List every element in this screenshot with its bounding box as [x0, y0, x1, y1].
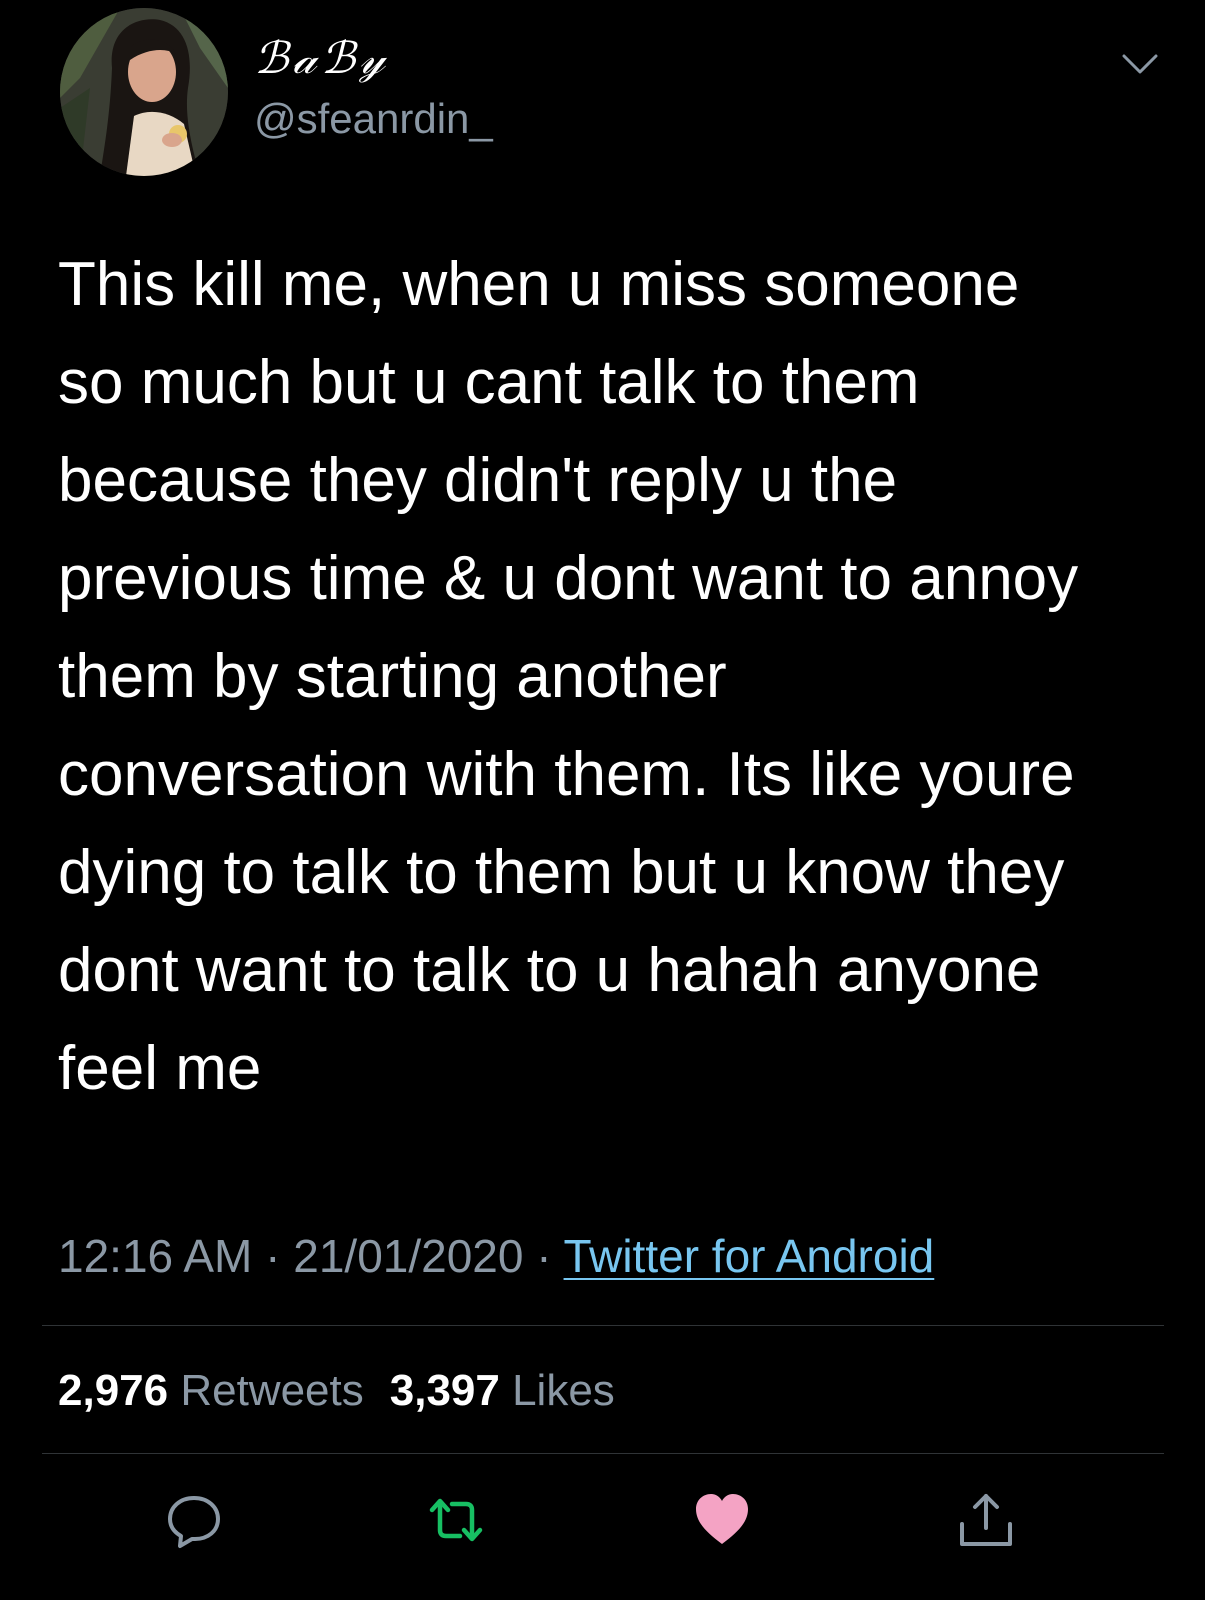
tweet-line: dont want to talk to u hahah anyone	[58, 936, 1041, 1005]
retweets-count: 2,976	[58, 1366, 169, 1415]
heart-icon	[696, 1494, 748, 1544]
tweet-stats: 2,976 Retweets 3,397 Likes	[58, 1364, 615, 1418]
retweets-stat[interactable]: 2,976 Retweets	[58, 1366, 364, 1415]
share-button[interactable]	[956, 1490, 1016, 1550]
likes-count: 3,397	[389, 1366, 500, 1415]
tweet-meta: 12:16 AM · 21/01/2020 · Twitter for Andr…	[58, 1228, 934, 1284]
tweet-line: them by starting another	[58, 642, 727, 711]
user-handle[interactable]: @sfeanrdin_	[254, 94, 493, 144]
avatar[interactable]	[60, 8, 228, 176]
tweet-line: feel me	[58, 1034, 262, 1103]
like-button[interactable]	[692, 1490, 752, 1550]
tweet-line: because they didn't reply u the	[58, 446, 898, 515]
retweet-button[interactable]	[426, 1490, 486, 1550]
tweet-line: previous time & u dont want to annoy	[58, 544, 1079, 613]
reply-bubble-icon	[168, 1496, 220, 1548]
likes-label: Likes	[499, 1366, 615, 1415]
divider	[42, 1453, 1164, 1454]
tweet-line: This kill me, when u miss someone	[58, 250, 1020, 319]
display-name[interactable]: ℬ𝒶ℬ𝓎	[254, 34, 389, 84]
avatar-photo	[60, 8, 228, 176]
tweet-source-link[interactable]: Twitter for Android	[564, 1230, 935, 1282]
share-icon	[960, 1494, 1012, 1546]
likes-stat[interactable]: 3,397 Likes	[390, 1366, 615, 1415]
tweet-time: 12:16 AM	[58, 1230, 253, 1282]
retweets-label: Retweets	[168, 1366, 364, 1415]
meta-separator: ·	[523, 1230, 564, 1282]
reply-button[interactable]	[164, 1490, 224, 1550]
meta-separator: ·	[252, 1230, 294, 1282]
tweet-date: 21/01/2020	[293, 1230, 524, 1282]
tweet-line: dying to talk to them but u know they	[58, 838, 1065, 907]
chevron-down-icon[interactable]	[1118, 46, 1162, 82]
tweet-text: This kill me, when u miss someone so muc…	[58, 236, 1168, 1118]
divider	[42, 1325, 1164, 1326]
retweet-icon	[429, 1498, 483, 1542]
tweet-line: so much but u cant talk to them	[58, 348, 920, 417]
tweet-line: conversation with them. Its like youre	[58, 740, 1075, 809]
